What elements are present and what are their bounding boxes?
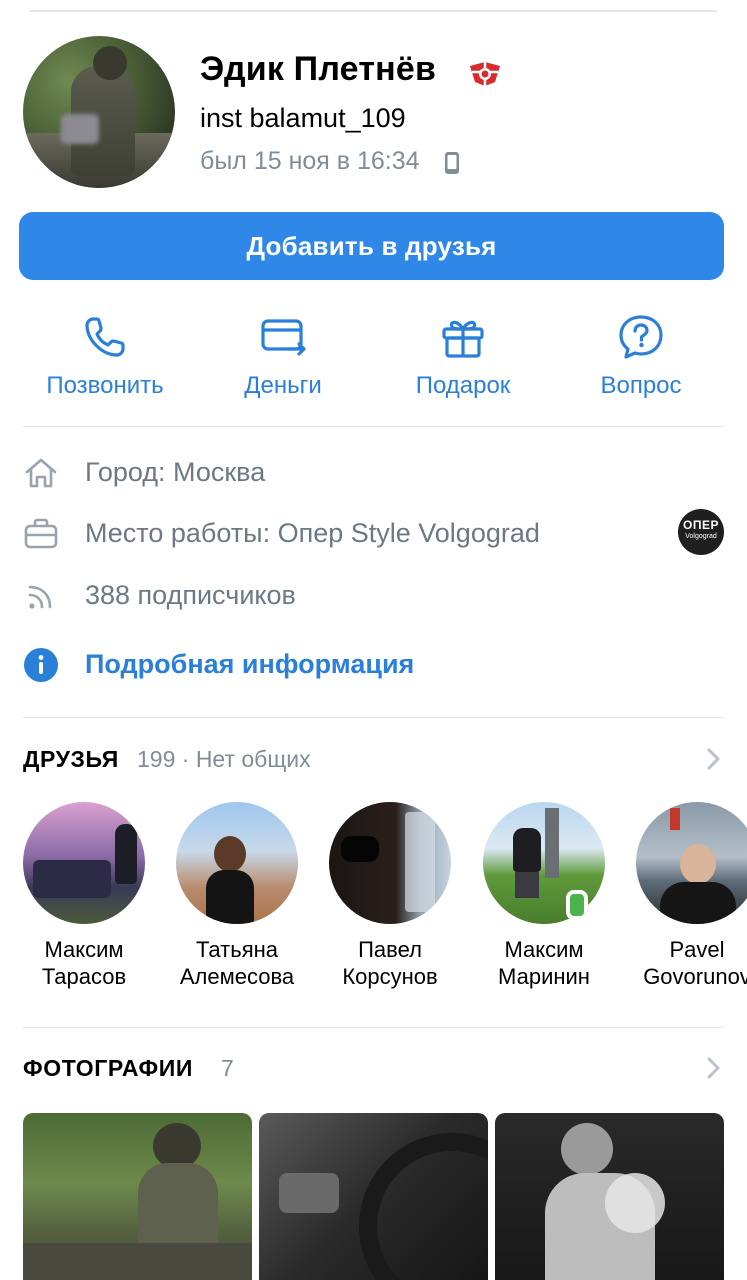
divider bbox=[23, 426, 724, 427]
info-city: Город: Москва bbox=[23, 451, 724, 495]
work-text: Место работы: Опер Style Volgograd bbox=[85, 518, 540, 548]
money-label: Деньги bbox=[244, 372, 322, 399]
photos-header[interactable]: ФОТОГРАФИИ 7 bbox=[23, 1051, 724, 1087]
divider bbox=[23, 717, 724, 718]
info-details[interactable]: Подробная информация bbox=[23, 643, 724, 687]
friend-item[interactable]: Максим Тарасов bbox=[4, 802, 164, 990]
divider bbox=[23, 1027, 724, 1028]
photo-thumbnail[interactable] bbox=[259, 1113, 488, 1280]
work-logo[interactable]: ОПЕР Volgograd bbox=[678, 509, 724, 555]
photos-count: 7 bbox=[221, 1055, 234, 1081]
friend-item[interactable]: Pavel Govorunov bbox=[617, 802, 747, 990]
friend-last-name: Тарасов bbox=[41, 964, 127, 989]
question-label: Вопрос bbox=[600, 372, 682, 399]
friend-name: Павел Корсунов bbox=[310, 936, 470, 990]
profile-avatar[interactable] bbox=[23, 36, 175, 188]
avatar-head-shape bbox=[93, 46, 127, 80]
friend-name: Максим Тарасов bbox=[4, 936, 164, 990]
friend-name: Pavel Govorunov bbox=[617, 936, 747, 990]
phone-icon bbox=[85, 317, 125, 357]
friend-avatar bbox=[636, 802, 747, 924]
friend-item[interactable]: Павел Корсунов bbox=[310, 802, 470, 990]
friend-item[interactable]: Максим Маринин bbox=[464, 802, 624, 990]
online-mobile-badge bbox=[566, 890, 588, 920]
work-logo-title: ОПЕР bbox=[683, 518, 719, 532]
info-work[interactable]: Место работы: Опер Style Volgograd ОПЕР … bbox=[23, 509, 724, 556]
question-icon bbox=[619, 315, 663, 359]
avatar-blurred-face bbox=[61, 114, 99, 144]
call-action[interactable]: Позвонить bbox=[15, 312, 195, 402]
friend-first-name: Максим bbox=[504, 937, 584, 962]
profile-name: Эдик Плетнёв bbox=[200, 50, 437, 88]
friend-avatar bbox=[329, 802, 451, 924]
photo-thumbnail[interactable] bbox=[495, 1113, 724, 1280]
friends-header[interactable]: ДРУЗЬЯ 199 · Нет общих bbox=[23, 742, 724, 778]
money-action[interactable]: Деньги bbox=[193, 312, 373, 402]
chevron-right-icon bbox=[707, 1057, 720, 1079]
details-link: Подробная информация bbox=[85, 649, 415, 679]
info-followers[interactable]: 388 подписчиков bbox=[23, 574, 724, 618]
photo-thumbnail[interactable] bbox=[23, 1113, 252, 1280]
profile-status: inst balamut_109 bbox=[200, 103, 406, 133]
briefcase-icon bbox=[24, 518, 58, 549]
chevron-right-icon bbox=[707, 748, 720, 770]
photos-title: ФОТОГРАФИИ bbox=[23, 1055, 193, 1081]
add-friend-button[interactable]: Добавить в друзья bbox=[19, 212, 724, 280]
friend-first-name: Татьяна bbox=[195, 937, 279, 962]
last-seen: был 15 ноя в 16:34 bbox=[200, 147, 420, 175]
friend-last-name: Корсунов bbox=[342, 964, 438, 989]
money-transfer-icon bbox=[261, 319, 306, 356]
friend-name: Татьяна Алемесова bbox=[157, 936, 317, 990]
gift-icon bbox=[442, 320, 484, 358]
info-icon bbox=[24, 648, 58, 682]
mobile-device-icon bbox=[445, 152, 459, 174]
friend-avatar bbox=[23, 802, 145, 924]
city-text: Город: Москва bbox=[85, 457, 266, 487]
profile-page: Эдик Плетнёв inst balamut_109 был 15 ноя… bbox=[0, 0, 747, 1280]
question-action[interactable]: Вопрос bbox=[551, 312, 731, 402]
friend-name: Максим Маринин bbox=[464, 936, 624, 990]
home-icon bbox=[25, 458, 57, 488]
friend-last-name: Алемесова bbox=[179, 964, 295, 989]
friend-first-name: Максим bbox=[44, 937, 124, 962]
work-logo-subtitle: Volgograd bbox=[685, 533, 717, 540]
top-divider bbox=[30, 10, 717, 12]
friend-first-name: Павел bbox=[358, 937, 422, 962]
team-badge-icon[interactable] bbox=[468, 60, 502, 88]
gift-action[interactable]: Подарок bbox=[373, 312, 553, 402]
friends-meta: 199 · Нет общих bbox=[137, 746, 311, 772]
friend-last-name: Govorunov bbox=[643, 964, 747, 989]
friend-last-name: Маринин bbox=[498, 964, 590, 989]
friends-title: ДРУЗЬЯ bbox=[23, 746, 119, 772]
gift-label: Подарок bbox=[415, 372, 511, 399]
friend-avatar bbox=[176, 802, 298, 924]
friend-item[interactable]: Татьяна Алемесова bbox=[157, 802, 317, 990]
followers-text: 388 подписчиков bbox=[85, 580, 296, 610]
rss-icon bbox=[28, 585, 52, 609]
call-label: Позвонить bbox=[46, 372, 164, 399]
friend-first-name: Pavel bbox=[669, 937, 725, 962]
